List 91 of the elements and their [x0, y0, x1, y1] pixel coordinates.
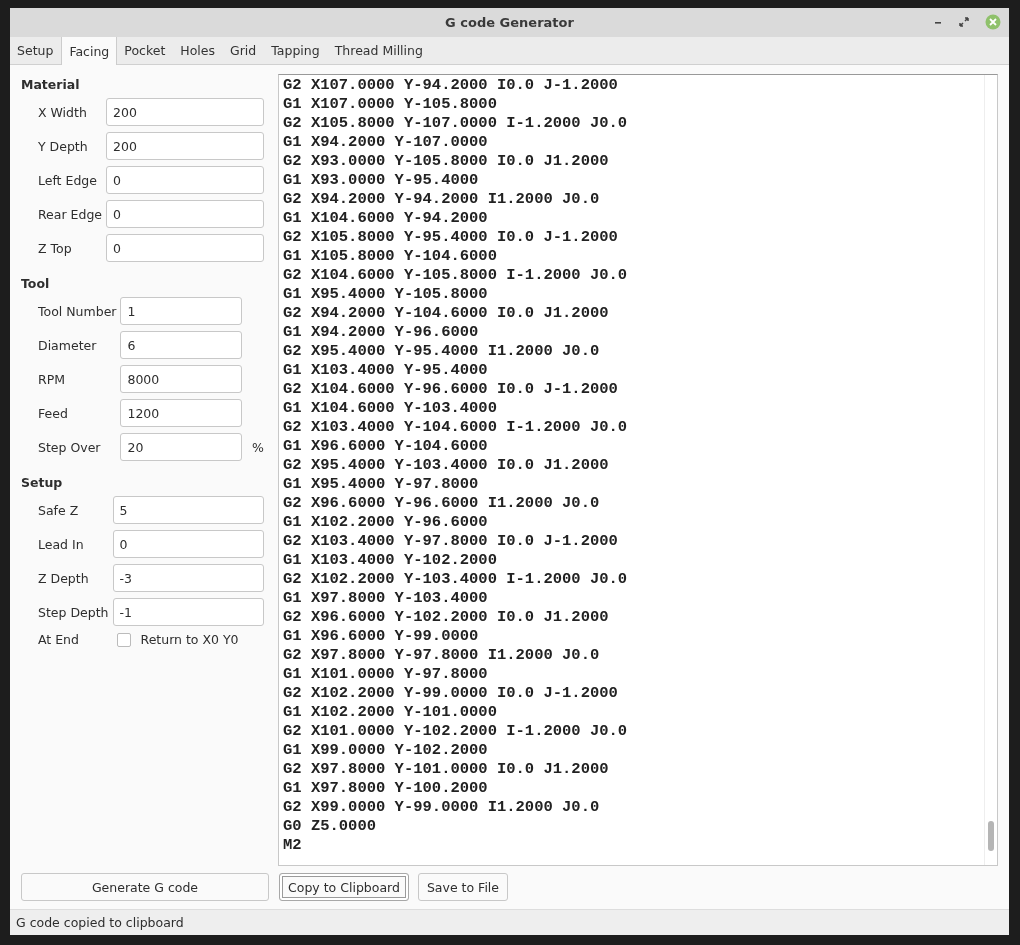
- field-label: Safe Z: [38, 502, 80, 518]
- code-line: G2 X105.8000 Y-107.0000 I-1.2000 J0.0: [283, 114, 629, 133]
- code-line: G1 X101.0000 Y-97.8000: [283, 665, 489, 684]
- code-line: G1 X104.6000 Y-103.4000: [283, 399, 498, 418]
- tab[interactable]: Facing: [61, 37, 118, 65]
- field-label: At End: [38, 632, 80, 647]
- code-line: G1 X97.8000 Y-100.2000: [283, 779, 489, 798]
- code-line: G2 X104.6000 Y-96.6000 I0.0 J-1.2000: [283, 380, 619, 399]
- field-label: Step Over: [38, 439, 102, 455]
- code-line: G1 X102.2000 Y-96.6000: [283, 513, 489, 532]
- scrollbar-thumb[interactable]: [988, 821, 994, 851]
- code-line: G2 X104.6000 Y-105.8000 I-1.2000 J0.0: [283, 266, 629, 285]
- unit-label: %: [251, 439, 264, 455]
- input-field[interactable]: -3: [112, 564, 264, 592]
- input-field[interactable]: -1: [112, 598, 264, 626]
- code-line: G1 X97.8000 Y-103.4000: [283, 589, 489, 608]
- checkbox[interactable]: [116, 632, 131, 647]
- tab[interactable]: Thread Milling: [327, 37, 431, 64]
- field-label: X Width: [38, 104, 88, 120]
- code-line: G2 X103.4000 Y-97.8000 I0.0 J-1.2000: [283, 532, 619, 551]
- code-line: G2 X101.0000 Y-102.2000 I-1.2000 J0.0: [283, 722, 629, 741]
- copy-button[interactable]: Copy to Clipboard: [279, 873, 409, 901]
- input-field[interactable]: 200: [106, 132, 264, 160]
- tab[interactable]: Tapping: [264, 37, 328, 64]
- code-line: G2 X96.6000 Y-96.6000 I1.2000 J0.0: [283, 494, 601, 513]
- save-button[interactable]: Save to File: [417, 873, 509, 901]
- input-field[interactable]: 5: [112, 496, 264, 524]
- code-line: G2 X96.6000 Y-102.2000 I0.0 J1.2000: [283, 608, 610, 627]
- tab[interactable]: Holes: [173, 37, 224, 64]
- code-line: G2 X93.0000 Y-105.8000 I0.0 J1.2000: [283, 152, 610, 171]
- code-line: G1 X103.4000 Y-102.2000: [283, 551, 498, 570]
- code-line: G1 X94.2000 Y-96.6000: [283, 323, 480, 342]
- section-heading: Setup: [21, 475, 64, 490]
- input-field[interactable]: 0: [106, 200, 264, 228]
- window-title: G code Generator: [445, 15, 574, 30]
- code-line: G2 X105.8000 Y-95.4000 I0.0 J-1.2000: [283, 228, 619, 247]
- code-line: G1 X93.0000 Y-95.4000: [283, 171, 480, 190]
- code-line: G2 X94.2000 Y-104.6000 I0.0 J1.2000: [283, 304, 610, 323]
- input-field[interactable]: 0: [106, 234, 264, 262]
- code-line: G1 X104.6000 Y-94.2000: [283, 209, 489, 228]
- section-heading: Tool: [21, 276, 51, 291]
- code-line: G1 X99.0000 Y-102.2000: [283, 741, 489, 760]
- field-label: Y Depth: [38, 138, 89, 154]
- field-label: Step Depth: [38, 604, 109, 620]
- field-label: Z Top: [38, 240, 73, 256]
- input-field[interactable]: 0: [106, 166, 264, 194]
- field-label: Diameter: [38, 337, 98, 353]
- field-label: Rear Edge: [38, 206, 103, 222]
- code-line: G1 X96.6000 Y-104.6000: [283, 437, 489, 456]
- tab[interactable]: Grid: [223, 37, 265, 64]
- field-label: Feed: [38, 405, 69, 421]
- input-field[interactable]: 1: [120, 297, 242, 325]
- code-line: G2 X102.2000 Y-99.0000 I0.0 J-1.2000: [283, 684, 619, 703]
- input-field[interactable]: 8000: [120, 365, 242, 393]
- code-line: G2 X102.2000 Y-103.4000 I-1.2000 J0.0: [283, 570, 629, 589]
- input-field[interactable]: 1200: [120, 399, 242, 427]
- code-line: G1 X96.6000 Y-99.0000: [283, 627, 480, 646]
- field-label: RPM: [38, 371, 66, 387]
- restore-icon[interactable]: [959, 17, 969, 27]
- section-heading: Material: [21, 77, 81, 92]
- status-text: G code copied to clipboard: [16, 915, 184, 930]
- code-line: M2: [283, 836, 303, 855]
- code-line: G0 Z5.0000: [283, 817, 377, 836]
- input-field[interactable]: 200: [106, 98, 264, 126]
- code-line: G2 X95.4000 Y-103.4000 I0.0 J1.2000: [283, 456, 610, 475]
- code-line: G1 X103.4000 Y-95.4000: [283, 361, 489, 380]
- field-label: Lead In: [38, 536, 85, 552]
- tab[interactable]: Pocket: [117, 37, 174, 64]
- code-line: G1 X105.8000 Y-104.6000: [283, 247, 498, 266]
- code-line: G1 X95.4000 Y-105.8000: [283, 285, 489, 304]
- generate-button[interactable]: Generate G code: [21, 873, 269, 901]
- code-line: G1 X107.0000 Y-105.8000: [283, 95, 498, 114]
- field-label: Z Depth: [38, 570, 90, 586]
- field-label: Tool Number: [38, 303, 117, 319]
- code-output-area[interactable]: [278, 74, 998, 866]
- code-line: G1 X94.2000 Y-107.0000: [283, 133, 489, 152]
- input-field[interactable]: 6: [120, 331, 242, 359]
- code-line: G2 X94.2000 Y-94.2000 I1.2000 J0.0: [283, 190, 601, 209]
- input-field[interactable]: 0: [112, 530, 264, 558]
- field-label: Left Edge: [38, 172, 98, 188]
- code-line: G2 X97.8000 Y-97.8000 I1.2000 J0.0: [283, 646, 601, 665]
- code-line: G1 X95.4000 Y-97.8000: [283, 475, 480, 494]
- code-line: G2 X95.4000 Y-95.4000 I1.2000 J0.0: [283, 342, 601, 361]
- checkbox-label[interactable]: Return to X0 Y0: [140, 632, 239, 647]
- code-line: G2 X103.4000 Y-104.6000 I-1.2000 J0.0: [283, 418, 629, 437]
- code-line: G1 X102.2000 Y-101.0000: [283, 703, 498, 722]
- code-line: G2 X99.0000 Y-99.0000 I1.2000 J0.0: [283, 798, 601, 817]
- input-field[interactable]: 20: [120, 433, 242, 461]
- code-line: G2 X97.8000 Y-101.0000 I0.0 J1.2000: [283, 760, 610, 779]
- code-line: G2 X107.0000 Y-94.2000 I0.0 J-1.2000: [283, 76, 619, 95]
- tab[interactable]: Setup: [10, 37, 62, 64]
